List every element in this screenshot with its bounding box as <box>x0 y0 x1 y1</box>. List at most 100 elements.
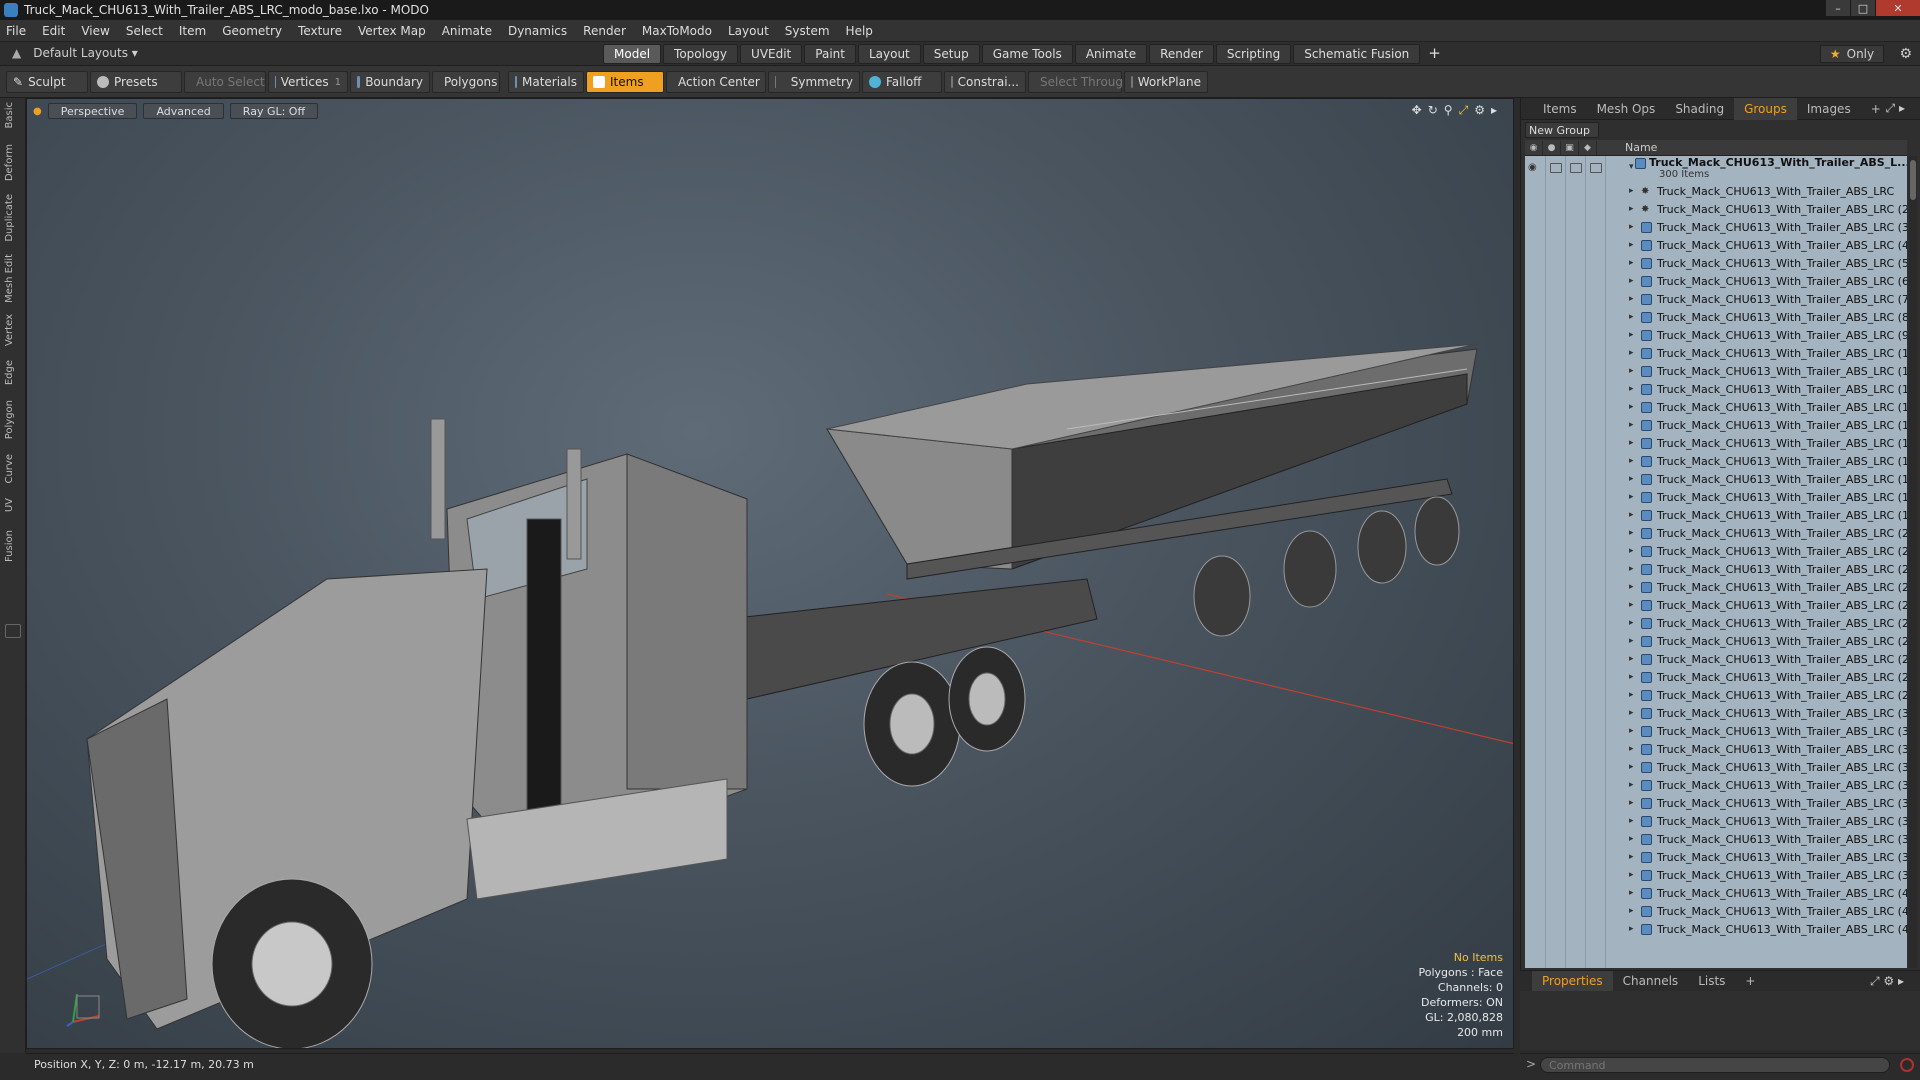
expand-icon[interactable]: ▸ <box>1629 582 1634 592</box>
tab-lists[interactable]: Lists <box>1688 971 1735 991</box>
left-tab-curve[interactable]: Curve <box>4 454 22 484</box>
expand-icon[interactable]: ▸ <box>1629 474 1634 484</box>
menu-system[interactable]: System <box>785 24 830 38</box>
visibility-eye-icon[interactable]: ◉ <box>1528 162 1540 173</box>
expand-icon[interactable]: ▸ <box>1629 276 1634 286</box>
expand-icon[interactable]: ▸ <box>1629 762 1634 772</box>
group-row[interactable]: ▸ Truck_Mack_CHU613_With_Trailer_ABS_LRC … <box>1525 236 1907 254</box>
tab-groups[interactable]: Groups <box>1734 97 1797 120</box>
group-row[interactable]: ▸ Truck_Mack_CHU613_With_Trailer_ABS_LRC … <box>1525 776 1907 794</box>
expand-icon[interactable]: ▸ <box>1629 330 1634 340</box>
expand-icon[interactable]: ▸ <box>1629 492 1634 502</box>
expand-icon[interactable]: ▸ <box>1629 924 1634 934</box>
3d-viewport[interactable]: ● Perspective Advanced Ray GL: Off ✥ ↻ ⚲… <box>26 98 1514 1049</box>
add-tab-icon[interactable]: + <box>1422 44 1447 64</box>
group-row[interactable]: ▸ Truck_Mack_CHU613_With_Trailer_ABS_LRC … <box>1525 794 1907 812</box>
scroll-thumb[interactable] <box>1910 160 1916 200</box>
menu-render[interactable]: Render <box>583 24 626 38</box>
raygl-button[interactable]: Ray GL: Off <box>229 103 319 119</box>
default-layouts-dropdown[interactable]: ▲ Default Layouts ▾ <box>12 46 138 60</box>
expand-icon[interactable]: ▸ <box>1629 870 1634 880</box>
expand-icon[interactable]: ▸ <box>1629 384 1634 394</box>
minimize-icon[interactable]: – <box>1826 0 1850 16</box>
expand-icon[interactable]: ▸ <box>1629 312 1634 322</box>
expand-icon[interactable]: ▸ <box>1629 510 1634 520</box>
expand-icon[interactable]: ▸ <box>1629 816 1634 826</box>
symmetry-button[interactable]: Symmetry <box>768 71 860 93</box>
left-tab-fusion[interactable]: Fusion <box>4 530 22 562</box>
expand-icon[interactable]: ▸ <box>1629 240 1634 250</box>
menu-layout[interactable]: Layout <box>728 24 769 38</box>
tab-channels[interactable]: Channels <box>1613 971 1689 991</box>
group-row[interactable]: ▸ Truck_Mack_CHU613_With_Trailer_ABS_LRC … <box>1525 722 1907 740</box>
workplane-button[interactable]: WorkPlane <box>1124 71 1208 93</box>
group-row[interactable]: ▸ Truck_Mack_CHU613_With_Trailer_ABS_LRC … <box>1525 416 1907 434</box>
items-button[interactable]: Items <box>586 71 664 93</box>
group-row[interactable]: ▸ Truck_Mack_CHU613_With_Trailer_ABS_LRC … <box>1525 704 1907 722</box>
close-icon[interactable]: ✕ <box>1876 0 1920 16</box>
groups-scrollbar[interactable] <box>1909 156 1917 968</box>
expand-icon[interactable]: ▸ <box>1629 294 1634 304</box>
viewport-menu-icon[interactable]: ● <box>33 106 42 117</box>
materials-button[interactable]: Materials <box>508 71 584 93</box>
expand-icon[interactable]: ▸ <box>1629 690 1634 700</box>
move-view-icon[interactable]: ✥ <box>1412 103 1422 118</box>
sculpt-button[interactable]: ✎ Sculpt <box>6 71 88 93</box>
expand-icon[interactable]: ▸ <box>1629 672 1634 682</box>
auto-select-button[interactable]: Auto Select <box>184 71 266 93</box>
menu-texture[interactable]: Texture <box>298 24 342 38</box>
lock-column-icon[interactable]: ▣ <box>1561 140 1579 155</box>
properties-expand-icon[interactable]: ⤢ ⚙ ▸ <box>1860 971 1914 991</box>
expand-icon[interactable]: ▸ <box>1629 906 1634 916</box>
select-through-button[interactable]: Select Through <box>1028 71 1131 93</box>
expand-icon[interactable]: ▸ <box>1629 456 1634 466</box>
expand-icon[interactable]: ▸ <box>1629 618 1634 628</box>
expand-icon[interactable]: ▸ <box>1629 636 1634 646</box>
group-row[interactable]: ▸ Truck_Mack_CHU613_With_Trailer_ABS_LRC … <box>1525 650 1907 668</box>
command-input[interactable] <box>1540 1057 1890 1073</box>
action-center-button[interactable]: Action Center <box>666 71 766 93</box>
only-button[interactable]: ★ Only <box>1820 45 1884 63</box>
group-row[interactable]: ▸ Truck_Mack_CHU613_With_Trailer_ABS_LRC … <box>1525 488 1907 506</box>
group-row[interactable]: ▸ Truck_Mack_CHU613_With_Trailer_ABS_LRC … <box>1525 380 1907 398</box>
perspective-button[interactable]: Perspective <box>47 103 138 119</box>
expand-icon[interactable]: ▸ <box>1629 708 1634 718</box>
falloff-button[interactable]: Falloff <box>862 71 942 93</box>
group-row[interactable]: ▸ Truck_Mack_CHU613_With_Trailer_ABS_LRC … <box>1525 866 1907 884</box>
group-row[interactable]: ▸ Truck_Mack_CHU613_With_Trailer_ABS_LRC … <box>1525 740 1907 758</box>
visibility-column-icon[interactable]: ◉ <box>1525 140 1543 155</box>
group-row[interactable]: ▸ Truck_Mack_CHU613_With_Trailer_ABS_LRC … <box>1525 290 1907 308</box>
boundary-button[interactable]: Boundary <box>350 71 430 93</box>
menu-dynamics[interactable]: Dynamics <box>508 24 567 38</box>
tab-images[interactable]: Images <box>1797 98 1861 120</box>
left-tab-duplicate[interactable]: Duplicate <box>4 194 22 242</box>
left-tab-uv[interactable]: UV <box>4 498 22 512</box>
tab-paint[interactable]: Paint <box>804 44 856 64</box>
tab-properties[interactable]: Properties <box>1532 971 1613 991</box>
panel-expand-icon[interactable]: ⤢ ▸ <box>1876 98 1915 120</box>
rotate-view-icon[interactable]: ↻ <box>1428 103 1438 118</box>
tab-items[interactable]: Items <box>1533 98 1587 120</box>
tab-game-tools[interactable]: Game Tools <box>981 44 1073 64</box>
select-column-icon[interactable]: ◆ <box>1579 140 1597 155</box>
group-row[interactable]: ▸ Truck_Mack_CHU613_With_Trailer_ABS_LRC … <box>1525 758 1907 776</box>
menu-geometry[interactable]: Geometry <box>222 24 282 38</box>
group-row[interactable]: ▸ Truck_Mack_CHU613_With_Trailer_ABS_LRC … <box>1525 920 1907 938</box>
group-row-root[interactable]: ◉ ▾ Truck_Mack_CHU613_With_Trailer_ABS_L… <box>1525 156 1907 182</box>
expand-icon[interactable]: ▸ <box>1629 852 1634 862</box>
group-row[interactable]: ▸ Truck_Mack_CHU613_With_Trailer_ABS_LRC … <box>1525 884 1907 902</box>
group-row[interactable]: ▸ Truck_Mack_CHU613_With_Trailer_ABS_LRC … <box>1525 362 1907 380</box>
left-tab-basic[interactable]: Basic <box>4 102 22 128</box>
group-row[interactable]: ▸ Truck_Mack_CHU613_With_Trailer_ABS_LRC … <box>1525 308 1907 326</box>
expand-icon[interactable]: ▸ <box>1629 222 1634 232</box>
tab-layout[interactable]: Layout <box>857 44 921 64</box>
maximize-icon[interactable]: □ <box>1851 0 1875 16</box>
expand-icon[interactable]: ▸ <box>1629 600 1634 610</box>
tab-mesh-ops[interactable]: Mesh Ops <box>1587 98 1666 120</box>
tab-schematic-fusion[interactable]: Schematic Fusion <box>1293 44 1421 64</box>
group-row[interactable]: ▸ Truck_Mack_CHU613_With_Trailer_ABS_LRC … <box>1525 632 1907 650</box>
left-tab-deform[interactable]: Deform <box>4 144 22 181</box>
expand-icon[interactable]: ▸ <box>1629 186 1634 196</box>
menu-animate[interactable]: Animate <box>442 24 492 38</box>
group-row[interactable]: ▸ Truck_Mack_CHU613_With_Trailer_ABS_LRC … <box>1525 470 1907 488</box>
